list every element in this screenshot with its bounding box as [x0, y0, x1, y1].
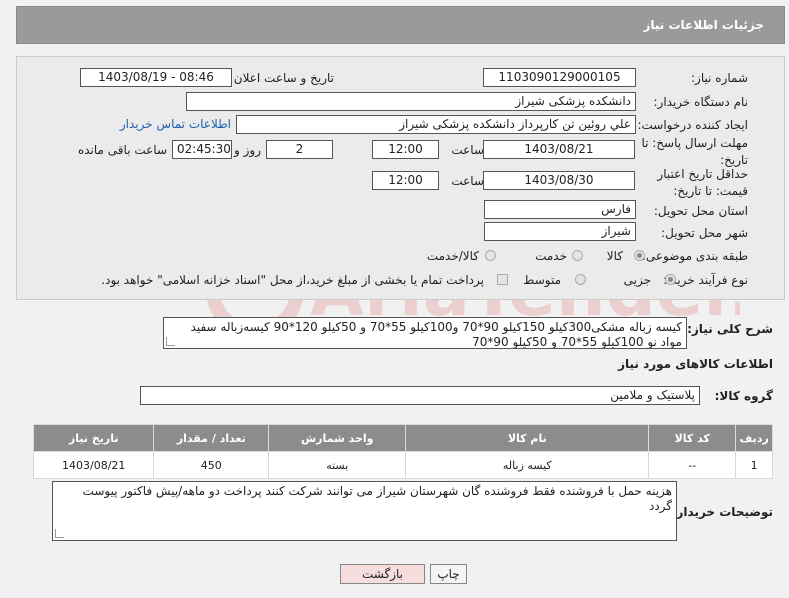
category-radio-goods-service[interactable]	[485, 250, 496, 261]
summary-textarea[interactable]: کیسه زباله مشکی300کیلو 150کیلو 90*70 و10…	[163, 317, 687, 349]
print-button[interactable]: چاپ	[430, 564, 467, 584]
page-header: جزئیات اطلاعات نیاز	[16, 6, 785, 44]
purchase-radio-minor[interactable]	[665, 274, 676, 285]
price-validity-time-label: ساعت	[451, 174, 484, 188]
province-field: فارس	[484, 200, 636, 219]
resize-grip-icon[interactable]	[166, 337, 175, 346]
purchase-radio-medium[interactable]	[575, 274, 586, 285]
days-label: روز و	[234, 143, 261, 157]
resize-grip-icon[interactable]	[55, 529, 64, 538]
table-row: 1 -- کیسه زباله بسته 450 1403/08/21	[32, 451, 773, 479]
goods-table: ردیف کد کالا نام کالا واحد شمارش تعداد /…	[32, 424, 773, 479]
cell-row-number: 1	[735, 451, 773, 479]
summary-text: کیسه زباله مشکی300کیلو 150کیلو 90*70 و10…	[190, 320, 682, 349]
deadline-date-field: 1403/08/21	[483, 140, 635, 159]
cell-goods-code: --	[648, 451, 737, 479]
category-label: طبقه بندی موضوعی:	[641, 249, 748, 263]
deadline-time-field: 12:00	[372, 140, 439, 159]
remaining-time-label: ساعت باقی مانده	[77, 143, 167, 157]
col-header-goods-name: نام کالا	[405, 424, 650, 452]
buyer-notes-label: توضیحات خریدار:	[671, 505, 773, 519]
cell-need-date: 1403/08/21	[32, 451, 155, 479]
city-label: شهر محل تحویل:	[661, 226, 748, 240]
col-header-goods-code: کد کالا	[648, 424, 737, 452]
treasury-payment-note: پرداخت تمام یا بخشی از مبلغ خرید،از محل …	[101, 273, 484, 287]
requester-label: ایجاد کننده درخواست:	[637, 118, 748, 132]
table-header-row: ردیف کد کالا نام کالا واحد شمارش تعداد /…	[32, 424, 773, 452]
purchase-option-minor: جزیی	[623, 273, 651, 287]
city-field: شیراز	[484, 222, 636, 241]
deadline-time-label: ساعت	[451, 143, 484, 157]
buyer-org-label: نام دستگاه خریدار:	[653, 95, 749, 109]
category-option-goods-service: کالا/خدمت	[426, 249, 479, 263]
buyer-notes-textarea[interactable]: هزینه حمل با فروشنده فقط فروشنده گان شهر…	[52, 481, 677, 541]
category-option-goods: کالا	[606, 249, 623, 263]
days-remaining-field: 2	[266, 140, 333, 159]
col-header-quantity: تعداد / مقدار	[153, 424, 270, 452]
category-option-service: خدمت	[535, 249, 567, 263]
buyer-org-field: دانشکده پزشکی شیراز	[186, 92, 636, 111]
treasury-payment-checkbox[interactable]	[497, 274, 508, 285]
price-validity-date-field: 1403/08/30	[483, 171, 635, 190]
col-header-unit: واحد شمارش	[268, 424, 407, 452]
buyer-notes-text: هزینه حمل با فروشنده فقط فروشنده گان شهر…	[82, 484, 672, 513]
col-header-need-date: تاریخ نیاز	[32, 424, 155, 452]
price-validity-time-field: 12:00	[372, 171, 439, 190]
purchase-option-medium: متوسط	[523, 273, 561, 287]
goods-group-label: گروه کالا:	[714, 389, 773, 403]
announce-date-field: 1403/08/19 - 08:46	[80, 68, 232, 87]
requester-field: علي روئين تن كارپرداز دانشکده پزشکی شیرا…	[236, 115, 636, 134]
col-header-row-number: ردیف	[735, 424, 773, 452]
cell-goods-name: کیسه زباله	[405, 451, 650, 479]
category-radio-service[interactable]	[572, 250, 583, 261]
cell-unit: بسته	[268, 451, 407, 479]
deadline-label: مهلت ارسال پاسخ: تا تاریخ:	[641, 136, 748, 167]
need-number-label: شماره نیاز:	[691, 71, 748, 85]
province-label: استان محل تحویل:	[653, 204, 748, 218]
goods-section-title: اطلاعات کالاهای مورد نیاز	[618, 357, 773, 371]
category-radio-goods[interactable]	[634, 250, 645, 261]
remaining-time-field: 02:45:30	[172, 140, 232, 159]
page-title: جزئیات اطلاعات نیاز	[643, 18, 764, 32]
cell-quantity: 450	[153, 451, 270, 479]
buyer-contact-link[interactable]: اطلاعات تماس خریدار	[120, 117, 231, 131]
price-validity-label: حداقل تاریخ اعتبار قیمت: تا تاریخ:	[657, 167, 748, 198]
need-number-field: 1103090129000105	[483, 68, 636, 87]
summary-label: شرح کلی نیاز:	[687, 322, 773, 336]
back-button[interactable]: بازگشت	[340, 564, 425, 584]
goods-group-field: پلاستیک و ملامین	[140, 386, 700, 405]
